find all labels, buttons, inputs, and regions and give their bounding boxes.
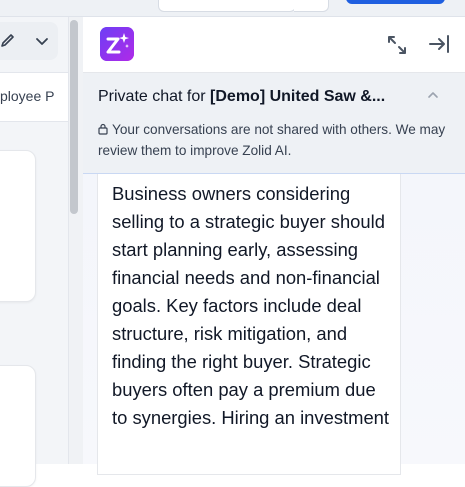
chat-company-name: [Demo] United Saw &... bbox=[210, 88, 386, 105]
zolid-ai-logo-icon bbox=[100, 27, 134, 61]
chevron-down-icon[interactable] bbox=[35, 36, 49, 48]
left-list-row-label: ployee P bbox=[0, 88, 55, 104]
privacy-note: Your conversations are not shared with o… bbox=[98, 119, 453, 161]
top-primary-button[interactable] bbox=[346, 0, 445, 4]
pencil-icon[interactable] bbox=[0, 33, 14, 49]
left-pane-scrollbar-thumb[interactable] bbox=[70, 20, 78, 214]
assistant-message: Business owners considering selling to a… bbox=[97, 174, 401, 475]
ai-chat-panel: Private chat for [Demo] United Saw &... … bbox=[83, 17, 465, 475]
lock-icon bbox=[98, 123, 108, 135]
expand-icon[interactable] bbox=[386, 34, 408, 56]
top-search-button[interactable] bbox=[294, 0, 329, 12]
private-chat-title[interactable]: Private chat for [Demo] United Saw &... bbox=[98, 88, 398, 106]
dock-right-icon[interactable] bbox=[427, 33, 451, 55]
private-chat-prefix: Private chat for bbox=[98, 88, 211, 105]
top-search-input[interactable] bbox=[158, 0, 296, 12]
privacy-note-text: Your conversations are not shared with o… bbox=[98, 122, 446, 158]
left-content-card[interactable] bbox=[0, 150, 36, 302]
chat-header bbox=[83, 17, 465, 73]
privacy-notice: Private chat for [Demo] United Saw &... … bbox=[83, 73, 465, 174]
chevron-up-icon[interactable] bbox=[427, 90, 439, 100]
assistant-message-text: Business owners considering selling to a… bbox=[112, 183, 390, 428]
left-content-card[interactable] bbox=[0, 365, 36, 487]
chat-message-area[interactable]: Business owners considering selling to a… bbox=[83, 174, 465, 475]
